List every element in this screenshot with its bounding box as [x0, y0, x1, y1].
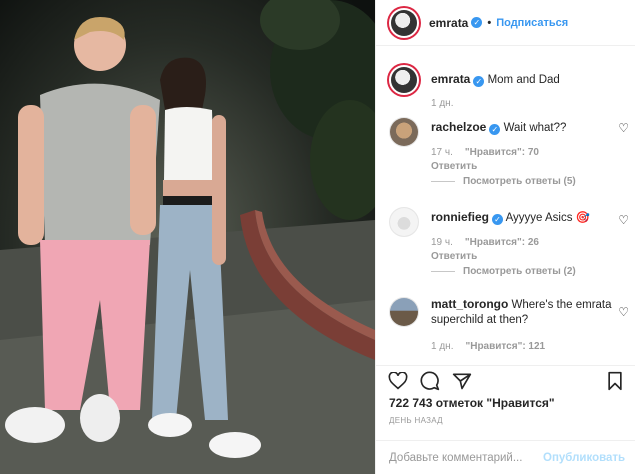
comment-text: Ayyyye Asics — [505, 212, 573, 224]
separator-dot: • — [487, 16, 492, 29]
reply-button[interactable]: Ответить — [431, 161, 477, 172]
comment-time[interactable]: 17 ч. — [431, 147, 453, 158]
caption-username[interactable]: emrata — [431, 72, 470, 86]
comment-likes[interactable]: "Нравится": 121 — [465, 341, 545, 352]
target-emoji-icon: 🎯 — [575, 212, 591, 224]
comment-time[interactable]: 1 дн. — [431, 341, 453, 352]
thread-line — [431, 181, 455, 182]
comment-username[interactable]: rachelzoe — [431, 120, 486, 134]
post-sidebar: emrata ✓ • Подписаться emrata ✓ Mom and D… — [375, 0, 635, 474]
header-username[interactable]: emrata — [429, 16, 468, 30]
post-header: emrata ✓ • Подписаться — [376, 0, 635, 46]
comment-text: Wait what?? — [503, 122, 567, 134]
bookmark-icon[interactable] — [604, 370, 626, 392]
action-bar — [376, 365, 635, 393]
view-replies-label: Посмотреть ответы (5) — [463, 176, 576, 187]
share-icon[interactable] — [451, 370, 473, 392]
comment-like-heart-icon[interactable]: ♡ — [618, 121, 629, 135]
avatar[interactable] — [389, 207, 419, 237]
caption-time[interactable]: 1 дн. — [431, 98, 453, 109]
avatar[interactable] — [389, 65, 419, 95]
view-replies-button[interactable]: Посмотреть ответы (5) — [431, 176, 576, 187]
post-photo[interactable] — [0, 0, 375, 474]
reply-button[interactable]: Ответить — [431, 251, 477, 262]
heart-icon[interactable] — [387, 370, 409, 392]
avatar[interactable] — [389, 7, 419, 38]
avatar[interactable] — [389, 297, 419, 327]
comment-like-heart-icon[interactable]: ♡ — [618, 213, 629, 227]
add-comment-bar: Опубликовать — [376, 440, 635, 474]
avatar[interactable] — [389, 117, 419, 147]
verified-badge-icon: ✓ — [473, 76, 485, 87]
comment-icon[interactable] — [419, 370, 441, 392]
post-timestamp[interactable]: ДЕНЬ НАЗАД — [389, 416, 443, 425]
follow-button[interactable]: Подписаться — [496, 17, 568, 29]
thread-line — [431, 271, 455, 272]
comments-list[interactable]: emrata ✓ Mom and Dad 1 дн. rachelzoe ✓ Wai… — [376, 47, 635, 365]
photo-illustration — [0, 0, 375, 474]
comment-username[interactable]: matt_torongo — [431, 297, 508, 311]
comment-like-heart-icon[interactable]: ♡ — [618, 305, 629, 319]
comment-likes[interactable]: "Нравится": 70 — [465, 147, 539, 158]
publish-button[interactable]: Опубликовать — [543, 452, 625, 464]
verified-badge-icon: ✓ — [471, 17, 483, 28]
comment-likes[interactable]: "Нравится": 26 — [465, 237, 539, 248]
view-replies-button[interactable]: Посмотреть ответы (2) — [431, 266, 576, 277]
instagram-post: emrata ✓ • Подписаться emrata ✓ Mom and D… — [0, 0, 635, 474]
view-replies-label: Посмотреть ответы (2) — [463, 266, 576, 277]
verified-badge-icon: ✓ — [492, 214, 504, 225]
comment-input[interactable] — [389, 451, 543, 464]
likes-count[interactable]: 722 743 отметок "Нравится" — [389, 396, 555, 410]
caption-text: Mom and Dad — [487, 74, 560, 86]
comment-time[interactable]: 19 ч. — [431, 237, 453, 248]
comment-username[interactable]: ronniefieg — [431, 210, 489, 224]
verified-badge-icon: ✓ — [489, 124, 501, 135]
